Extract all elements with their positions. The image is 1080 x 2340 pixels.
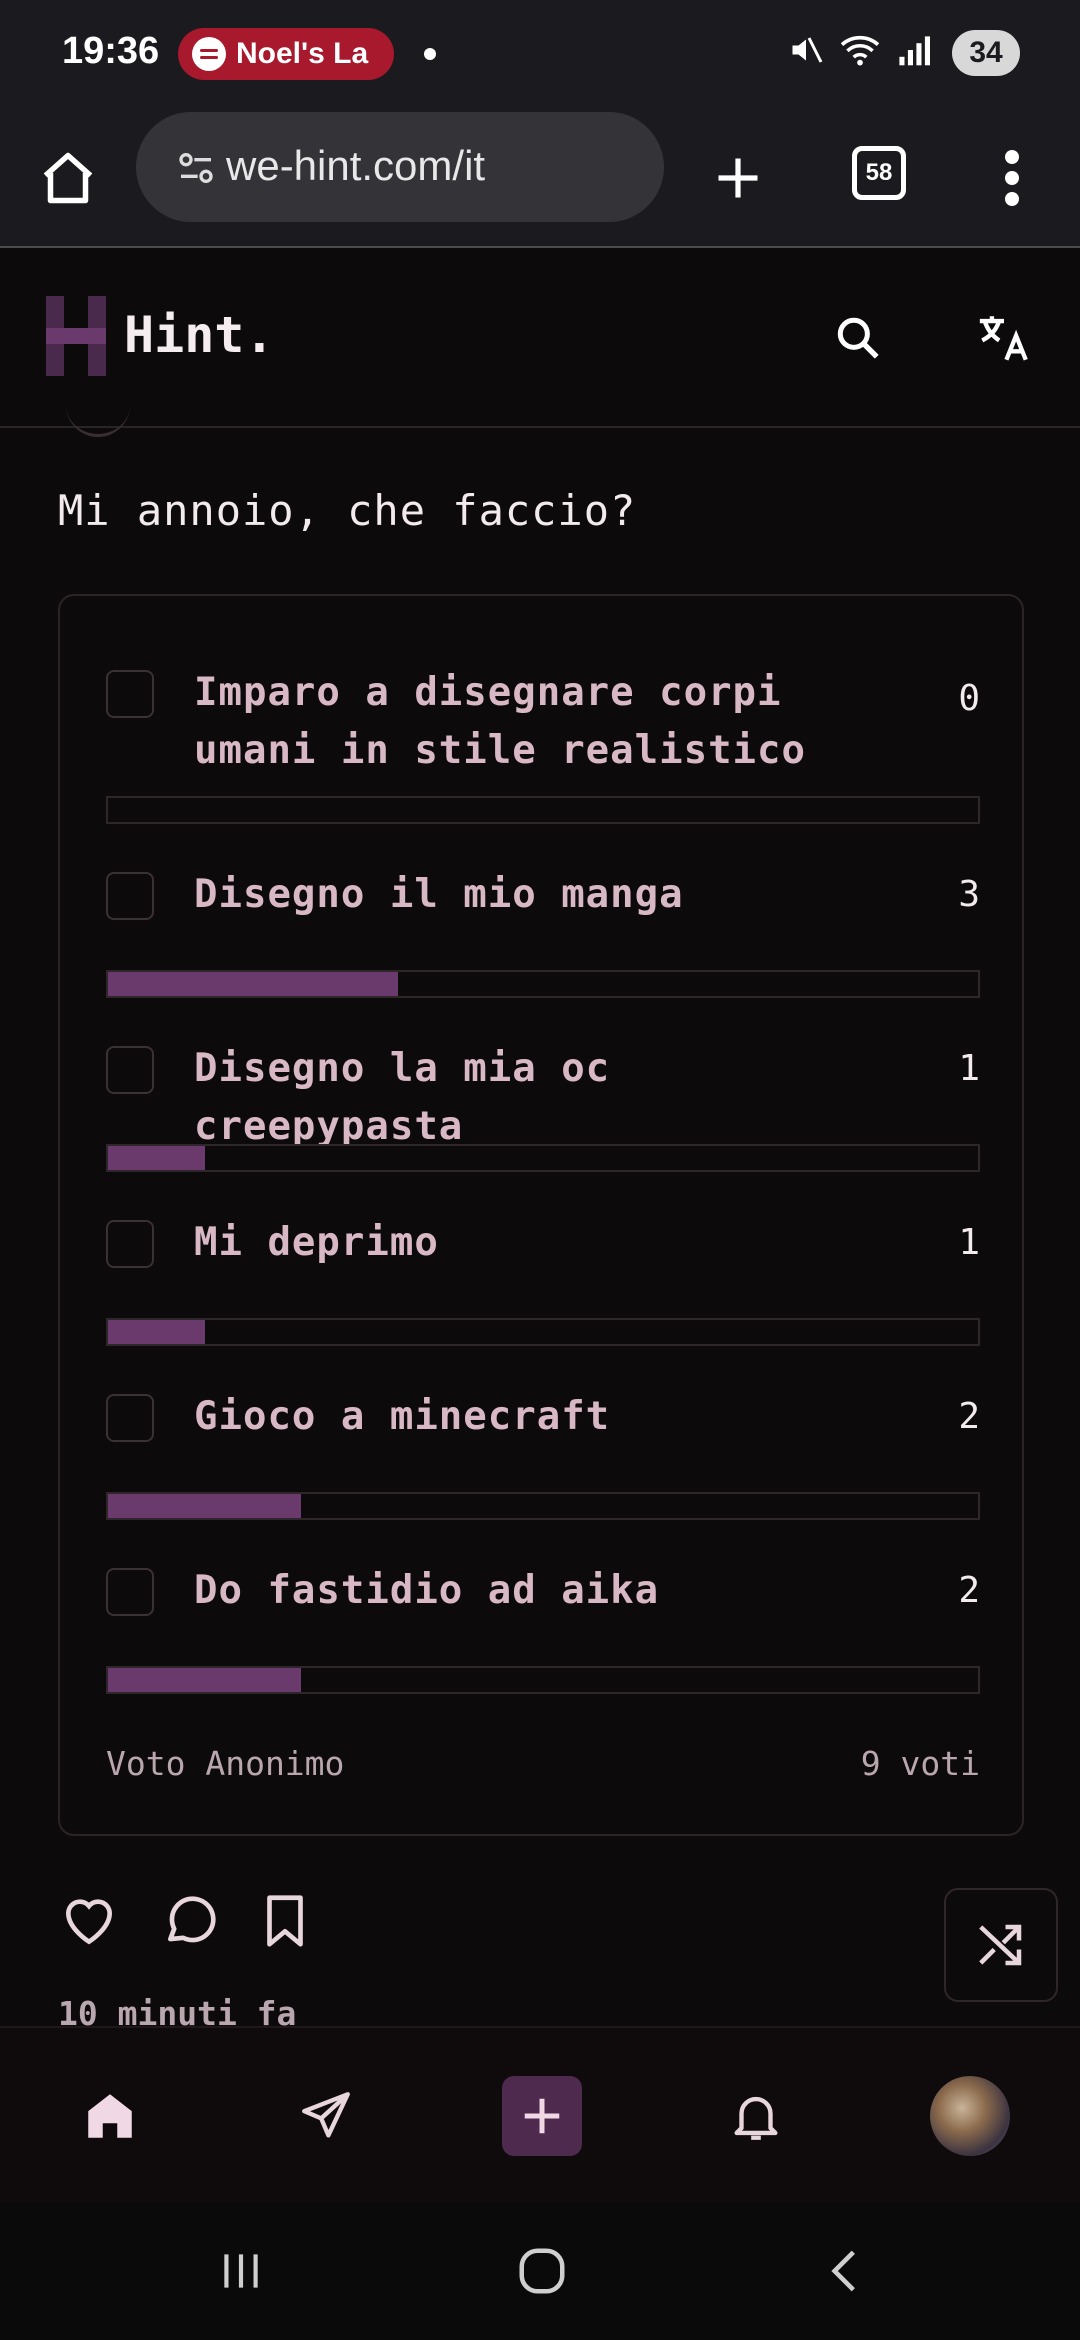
notification-dot (424, 48, 436, 60)
search-button[interactable] (822, 302, 894, 374)
poll-progress-bar (106, 1666, 980, 1694)
more-vert-icon (1005, 150, 1019, 206)
bottom-nav (0, 2026, 1080, 2204)
poll-progress-bar (106, 1492, 980, 1520)
poll-progress-fill (108, 1146, 205, 1170)
back-icon[interactable] (820, 2246, 870, 2296)
nav-messages[interactable] (286, 2076, 366, 2156)
send-icon (302, 2092, 350, 2138)
nav-profile-avatar[interactable] (930, 2076, 1010, 2156)
author-avatar[interactable] (66, 404, 130, 437)
poll-option-count: 1 (958, 1048, 980, 1089)
poll-footer: Voto Anonimo 9 voti (106, 1744, 980, 1783)
app-header: Hint. (0, 248, 1080, 428)
poll-progress-bar (106, 796, 980, 824)
system-nav-bar (0, 2202, 1080, 2340)
poll-progress-fill (108, 1668, 302, 1692)
plus-icon (718, 158, 758, 198)
wifi-icon (840, 35, 880, 66)
bookmark-button[interactable] (254, 1890, 316, 1952)
media-pill-label: Noel's La (236, 37, 369, 70)
poll-option-label: Disegno il mio manga (194, 872, 684, 917)
browser-toolbar: we-hint.com/it 58 (0, 110, 1080, 248)
search-icon (837, 317, 879, 359)
plus-icon (524, 2098, 560, 2134)
status-time: 19:36 (62, 30, 160, 72)
nav-notifications[interactable] (716, 2076, 796, 2156)
poll-option-count: 3 (958, 874, 980, 915)
poll-card: Imparo a disegnare corpi umani in stile … (58, 594, 1024, 1836)
shuffle-icon (979, 1924, 1022, 1966)
app-brand: Hint. (124, 306, 275, 364)
hint-logo-icon (46, 296, 106, 376)
poll-checkbox[interactable] (106, 1046, 154, 1094)
battery-indicator: 34 (952, 30, 1020, 76)
poll-option-count: 1 (958, 1222, 980, 1263)
spotify-icon (192, 37, 226, 71)
poll-progress-bar (106, 970, 980, 998)
mute-icon (792, 37, 823, 63)
comment-icon (168, 1896, 216, 1943)
poll-option-label: Imparo a disegnare corpi umani in stile … (194, 670, 806, 773)
browser-menu-button[interactable] (974, 140, 1050, 216)
heart-icon (66, 1899, 112, 1945)
poll-checkbox[interactable] (106, 1568, 154, 1616)
poll-total-votes: 9 voti (860, 1744, 980, 1783)
poll-checkbox[interactable] (106, 670, 154, 718)
home-icon (43, 152, 93, 204)
poll-progress-fill (108, 1494, 302, 1518)
poll-option-label: Gioco a minecraft (194, 1394, 611, 1439)
nav-home[interactable] (70, 2076, 150, 2156)
poll-option-label: Disegno la mia oc creepypasta (194, 1046, 611, 1149)
poll-progress-bar (106, 1318, 980, 1346)
home-icon (88, 2094, 132, 2138)
poll-option-label: Mi deprimo (194, 1220, 439, 1265)
address-bar[interactable]: we-hint.com/it (136, 112, 664, 222)
bell-icon (734, 2096, 778, 2140)
media-pill[interactable]: Noel's La (178, 28, 394, 80)
home-button[interactable] (30, 140, 106, 216)
url-text: we-hint.com/it (226, 142, 486, 189)
poll-checkbox[interactable] (106, 1394, 154, 1442)
poll-checkbox[interactable] (106, 1220, 154, 1268)
translate-button[interactable] (968, 302, 1040, 374)
poll-anonymous-label: Voto Anonimo (106, 1744, 345, 1783)
poll-progress-fill (108, 972, 398, 996)
comment-button[interactable] (160, 1890, 222, 1952)
poll-checkbox[interactable] (106, 872, 154, 920)
site-settings-icon (179, 153, 213, 183)
poll-option-count: 0 (958, 678, 980, 719)
poll-option-count: 2 (958, 1570, 980, 1611)
poll-option-label: Do fastidio ad aika (194, 1568, 660, 1613)
bookmark-icon (267, 1895, 303, 1947)
poll-option-count: 2 (958, 1396, 980, 1437)
shuffle-button[interactable] (944, 1888, 1058, 2002)
signal-icon (899, 36, 930, 66)
new-tab-button[interactable] (700, 140, 776, 216)
poll-progress-fill (108, 1320, 205, 1344)
recents-icon[interactable] (216, 2246, 266, 2296)
like-button[interactable] (58, 1890, 120, 1952)
status-bar: 19:36 Noel's La 34 (0, 0, 1080, 110)
nav-create-post[interactable] (502, 2076, 582, 2156)
tab-switcher-button[interactable]: 58 (852, 146, 906, 200)
home-circle-icon[interactable] (515, 2244, 569, 2298)
translate-icon (979, 316, 1028, 361)
poll-progress-bar (106, 1144, 980, 1172)
post-question: Mi annoio, che faccio? (58, 486, 637, 535)
status-icons (788, 32, 930, 68)
